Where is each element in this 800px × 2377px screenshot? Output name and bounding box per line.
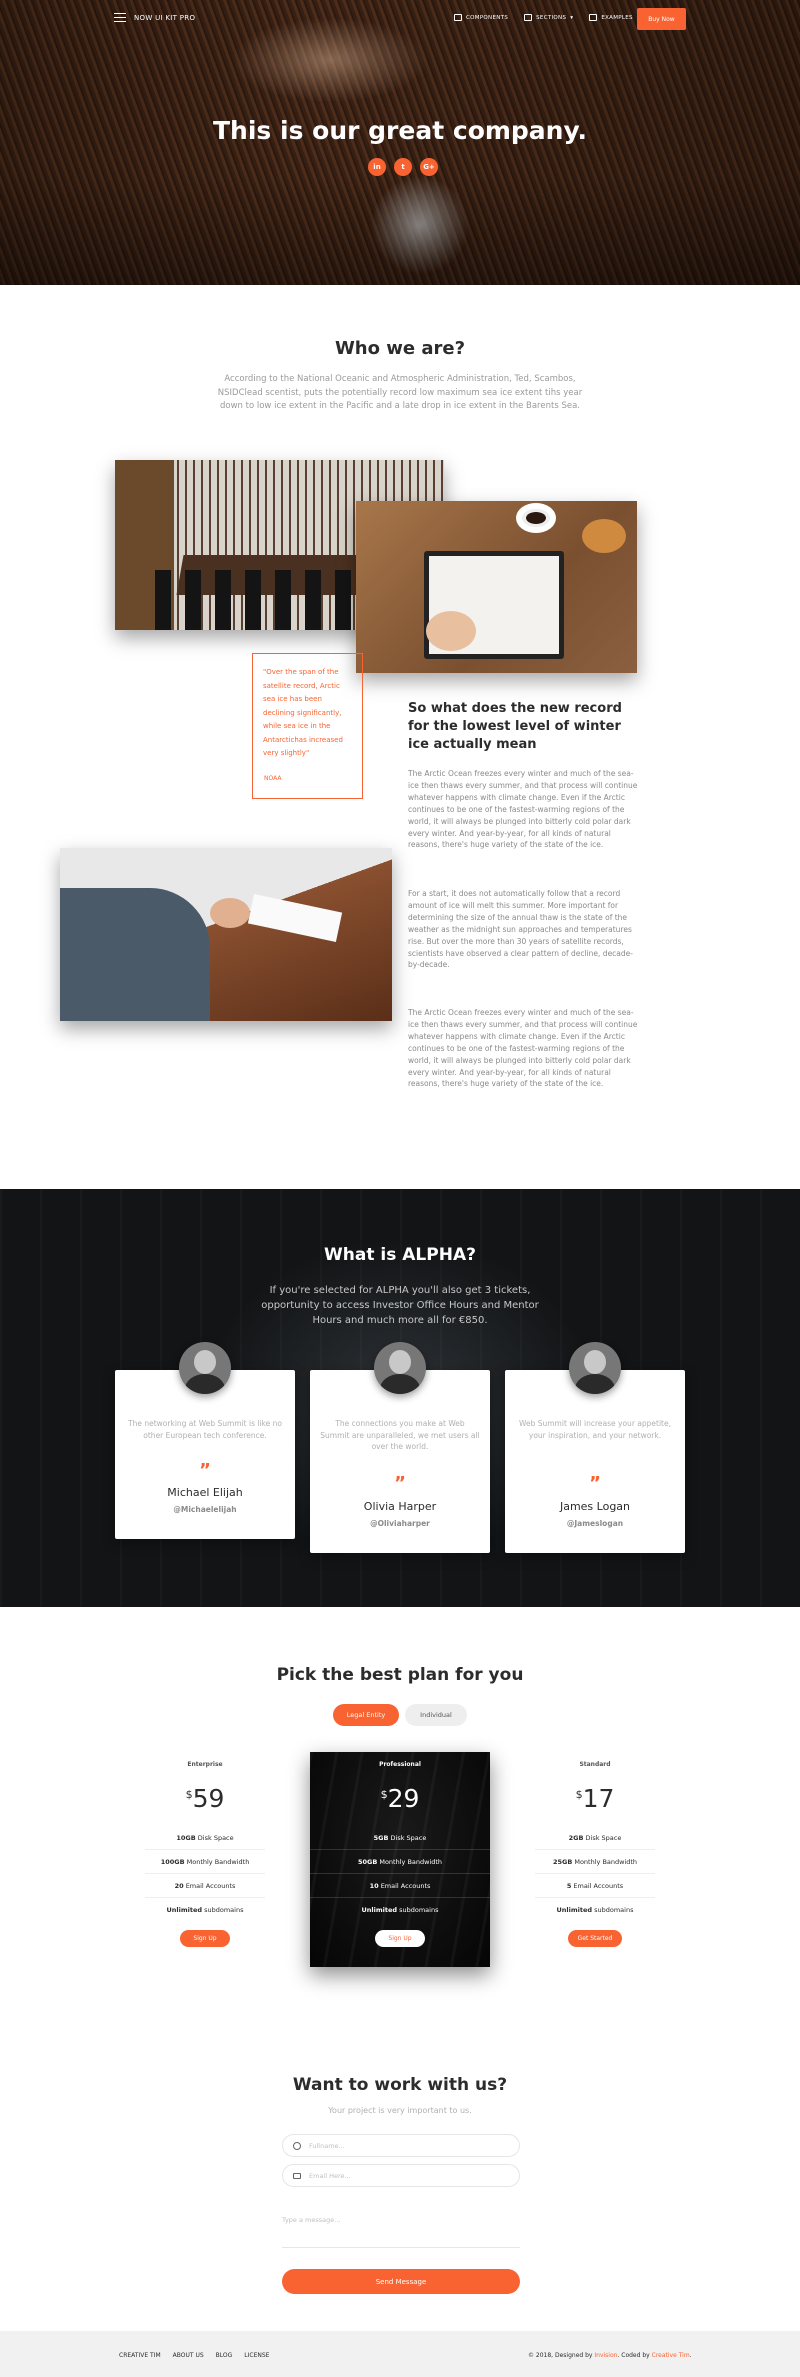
article-paragraph: The Arctic Ocean freezes every winter an… [408,1008,638,1089]
pricing-title: Pick the best plan for you [276,1665,524,1685]
user-icon [293,2141,301,2150]
notebook-photo [356,501,637,673]
contact-lead: Your project is very important to us. [328,2106,472,2115]
alpha-lead: If you're selected for ALPHA you'll also… [261,1285,539,1326]
plan-feature: Unlimited subdomains [166,1906,244,1914]
copyright: © 2018, Designed by Invision. Coded by C… [528,2352,692,2359]
hero-title: This is our great company. [213,116,587,145]
contact-title: Want to work with us? [292,2075,508,2095]
plan-tier: Standard [579,1761,611,1768]
plan-feature: 5GB Disk Space [310,1826,490,1850]
avatar [569,1342,621,1394]
plan-enterprise: Enterprise $59 10GB Disk Space 100GB Mon… [145,1752,265,1967]
meeting-photo [60,848,392,1021]
email-field[interactable]: Email Here... [282,2164,520,2187]
plan-price: $17 [575,1784,615,1813]
footer-links: CREATIVE TIM ABOUT US BLOG LICENSE [119,2352,269,2359]
plan-tier: Professional [379,1761,421,1768]
testimonial-name: James Logan [559,1500,631,1513]
professional-signup-button[interactable]: Sign Up [375,1930,425,1947]
plan-feature: 5 Email Accounts [535,1874,655,1898]
twitter-icon[interactable]: t [394,158,412,176]
message-placeholder: Type a message... [282,2216,341,2224]
nav-examples[interactable]: EXAMPLES ▾ [589,14,640,21]
plan-feature: Unlimited subdomains [361,1906,439,1914]
article-paragraph: For a start, it does not automatically f… [408,889,633,970]
nav-components[interactable]: COMPONENTS [454,14,508,21]
buy-now-button[interactable]: Buy Now [637,8,686,30]
quote-icon: ” [394,1473,406,1494]
sections-icon [524,14,533,21]
plan-feature: 50GB Monthly Bandwidth [310,1850,490,1874]
toggle-individual[interactable]: Individual [405,1704,467,1726]
examples-icon [589,14,598,21]
quote-source: NOAA [264,774,282,782]
who-title: Who we are? [334,338,466,359]
who-lead: According to the National Oceanic and At… [217,374,583,411]
quote-text: "Over the span of the satellite record, … [263,668,343,757]
plan-feature: Unlimited subdomains [556,1906,634,1914]
fullname-placeholder: Fullname... [309,2141,345,2150]
plan-feature: 10 Email Accounts [310,1874,490,1898]
plan-tier: Enterprise [187,1761,223,1768]
testimonial-name: Olivia Harper [363,1500,437,1513]
plan-feature: 100GB Monthly Bandwidth [145,1850,265,1874]
quote-box: "Over the span of the satellite record, … [252,653,363,799]
plan-professional: Professional $29 5GB Disk Space 50GB Mon… [310,1752,490,1967]
testimonial-card: The networking at Web Summit is like no … [115,1342,295,1539]
footer-link-blog[interactable]: BLOG [216,2352,233,2359]
testimonial-card: The connections you make at Web Summit a… [310,1342,490,1553]
testimonial-handle: @Oliviaharper [370,1519,430,1528]
quote-icon: ” [589,1473,601,1494]
testimonial-card: Web Summit will increase your appetite, … [505,1342,685,1553]
email-placeholder: Email Here... [309,2171,351,2180]
nav-links: COMPONENTS SECTIONS ▾ EXAMPLES ▾ [454,14,640,21]
google-plus-icon[interactable]: G+ [420,158,438,176]
email-icon [293,2172,301,2179]
plan-price: $59 [185,1784,225,1813]
social-buttons: in t G+ [368,158,438,176]
avatar [179,1342,231,1394]
send-message-button[interactable]: Send Message [282,2269,520,2294]
linkedin-icon[interactable]: in [368,158,386,176]
footer-link-license[interactable]: LICENSE [244,2352,269,2359]
brand-label: NOW UI KIT PRO [134,13,196,22]
testimonial-text: The networking at Web Summit is like no … [128,1419,282,1440]
plan-feature: 10GB Disk Space [145,1826,265,1850]
footer-link-creative-tim[interactable]: CREATIVE TIM [119,2352,161,2359]
testimonial-handle: @Michaelelijah [173,1505,237,1514]
alpha-title: What is ALPHA? [324,1245,476,1265]
footer-link-about-us[interactable]: ABOUT US [173,2352,204,2359]
enterprise-signup-button[interactable]: Sign Up [180,1930,230,1947]
coder-link[interactable]: Creative Tim [652,2352,690,2359]
components-icon [454,14,462,21]
testimonial-name: Michael Elijah [167,1486,243,1499]
plan-standard: Standard $17 2GB Disk Space 25GB Monthly… [535,1752,655,1967]
plan-feature: 2GB Disk Space [535,1826,655,1850]
hero-section: This is our great company. in t G+ [0,0,800,285]
designer-link[interactable]: Invision [594,2352,617,2359]
testimonial-text: Web Summit will increase your appetite, … [519,1419,671,1440]
message-field[interactable]: Type a message... [282,2212,520,2248]
menu-icon[interactable] [114,13,126,22]
toggle-legal-entity[interactable]: Legal Entity [333,1704,399,1726]
plan-price: $29 [380,1784,420,1813]
testimonial-text: The connections you make at Web Summit a… [320,1419,480,1451]
plan-feature: 25GB Monthly Bandwidth [535,1850,655,1874]
quote-icon: ” [199,1460,211,1481]
plan-feature: 20 Email Accounts [145,1874,265,1898]
testimonial-handle: @Jameslogan [566,1519,624,1528]
brand[interactable]: NOW UI KIT PRO [114,13,195,22]
fullname-field[interactable]: Fullname... [282,2134,520,2157]
article-heading: So what does the new record for the lowe… [408,701,622,752]
nav-sections[interactable]: SECTIONS ▾ [524,14,573,21]
standard-get-started-button[interactable]: Get Started [568,1930,622,1947]
avatar [374,1342,426,1394]
navbar: NOW UI KIT PRO COMPONENTS SECTIONS ▾ EXA… [0,0,800,40]
article-paragraph: The Arctic Ocean freezes every winter an… [408,769,638,850]
